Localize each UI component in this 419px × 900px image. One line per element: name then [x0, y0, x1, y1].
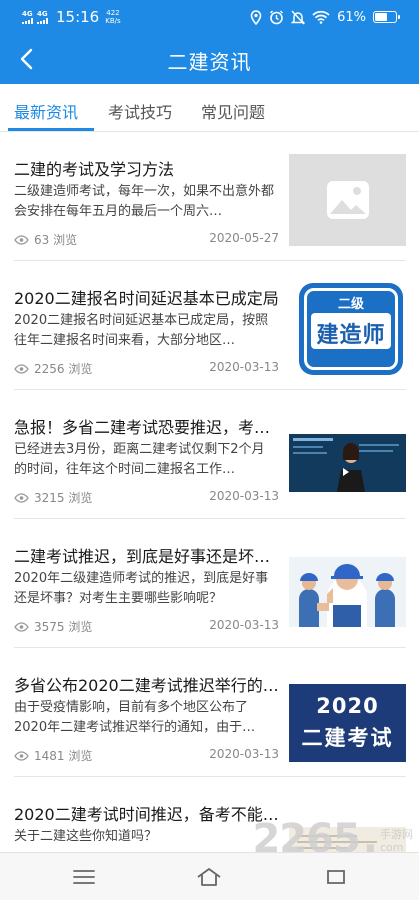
status-left: 4G 4G 15:16 422 KB/s: [22, 7, 121, 27]
article-item[interactable]: 多省公布2020二建考试推迟举行的通知 由于受疫情影响，目前有多个地区公布了20…: [14, 648, 406, 777]
signal-2-label: 4G: [37, 10, 48, 18]
nav-bar: 二建资讯: [0, 34, 419, 84]
view-count-text: 2256 浏览: [34, 362, 93, 376]
signal-bars-icon: [37, 18, 48, 24]
battery-fill: [375, 13, 388, 21]
article-summary: 由于受疫情影响，目前有多个地区公布了2020年二建考试推迟举行的通知，由于…: [14, 700, 256, 735]
article-date: 2020-03-13: [209, 747, 279, 761]
article-summary: 二级建造师考试，每年一次，如果不出意外都会安排在每年五月的最后一个周六…: [14, 184, 275, 219]
article-title: 2020二建报名时间延迟基本已成定局: [14, 289, 279, 308]
badge-top-text: 二级: [337, 297, 364, 312]
view-count-text: 3575 浏览: [34, 620, 93, 634]
article-meta: 3575 浏览 2020-03-13: [14, 618, 279, 636]
article-date: 2020-05-27: [209, 231, 279, 245]
mute-icon: [291, 9, 306, 25]
exam-banner-year: 2020: [316, 694, 379, 718]
article-date: 2020-03-13: [209, 618, 279, 632]
tab-exam-tips[interactable]: 考试技巧: [108, 99, 172, 123]
image-placeholder-icon: [326, 181, 369, 219]
signal-1: 4G: [22, 10, 33, 24]
net-speed-unit: KB/s: [105, 17, 121, 25]
view-count-text: 63 浏览: [34, 233, 78, 247]
article-item[interactable]: 急报！多省二建考试恐要推迟，考生注意 已经进去3月份，距离二建考试仅剩下2个月的…: [14, 390, 406, 519]
article-thumbnail: 二级 建造师: [299, 283, 403, 375]
menu-icon[interactable]: [70, 865, 98, 889]
eye-icon: [14, 750, 29, 761]
wifi-icon: [312, 10, 330, 24]
net-speed-value: 422: [106, 9, 120, 17]
system-nav-bar: [0, 852, 419, 900]
battery-percent: 61%: [337, 9, 366, 25]
signal-bars-icon: [22, 18, 33, 24]
status-bar: 4G 4G 15:16 422 KB/s 61%: [0, 0, 419, 34]
article-meta: 2256 浏览 2020-03-13: [14, 360, 279, 378]
alarm-icon: [270, 10, 284, 24]
article-thumbnail: [289, 557, 406, 627]
eye-icon: [14, 363, 29, 374]
article-date: 2020-03-13: [209, 360, 279, 374]
exam-banner: 2020 二建考试: [289, 684, 406, 762]
home-icon[interactable]: [195, 865, 223, 889]
view-count: 63 浏览: [14, 231, 77, 248]
view-count: 2256 浏览: [14, 360, 92, 377]
article-item[interactable]: 2020二建报名时间延迟基本已成定局 2020二建报名时间延迟基本已成定局，按照…: [14, 261, 406, 390]
article-thumbnail: [289, 154, 406, 246]
article-thumbnail: 2020 二建考试: [289, 684, 406, 762]
battery-icon: [373, 11, 400, 23]
watermark-label: 手游网: [380, 828, 413, 841]
article-thumbnail: [289, 434, 406, 492]
tab-bar: 最新资讯 考试技巧 常见问题: [0, 84, 419, 132]
video-lecture-image: [289, 434, 406, 492]
article-meta: 63 浏览 2020-05-27: [14, 231, 279, 249]
article-title: 二建考试推迟，到底是好事还是坏事？: [14, 547, 279, 566]
view-count-text: 3215 浏览: [34, 491, 93, 505]
article-summary: 已经进去3月份，距离二建考试仅剩下2个月的时间，往年这个时间二建报名工作…: [14, 442, 265, 477]
tab-latest-news[interactable]: 最新资讯: [14, 99, 78, 123]
exam-banner-title: 二建考试: [301, 726, 394, 750]
article-meta: 1481 浏览 2020-03-13: [14, 747, 279, 765]
active-tab-indicator: [8, 128, 94, 131]
status-right: 61%: [250, 7, 400, 27]
workers-thumbs-up-image: [289, 557, 406, 627]
tab-faq[interactable]: 常见问题: [201, 99, 265, 123]
article-title: 急报！多省二建考试恐要推迟，考生注意: [14, 418, 279, 437]
article-title: 二建的考试及学习方法: [14, 160, 175, 179]
eye-icon: [14, 621, 29, 632]
eye-icon: [14, 492, 29, 503]
article-item[interactable]: 二建考试推迟，到底是好事还是坏事？ 2020年二级建造师考试的推迟，到底是好事还…: [14, 519, 406, 648]
signal-2: 4G: [37, 10, 48, 24]
clock: 15:16: [56, 8, 100, 26]
page-title: 二建资讯: [167, 50, 252, 74]
view-count: 1481 浏览: [14, 747, 92, 764]
signal-1-label: 4G: [22, 10, 33, 18]
view-count-text: 1481 浏览: [34, 749, 93, 763]
back-icon[interactable]: [322, 865, 350, 889]
net-speed: 422 KB/s: [105, 9, 120, 25]
view-count: 3215 浏览: [14, 489, 92, 506]
builder-badge: 二级 建造师: [299, 283, 403, 375]
eye-icon: [14, 234, 29, 245]
article-item[interactable]: 二建的考试及学习方法 二级建造师考试，每年一次，如果不出意外都会安排在每年五月的…: [14, 132, 406, 261]
article-summary: 2020二建报名时间延迟基本已成定局，按照往年二建报名时间来看，大部分地区…: [14, 313, 269, 348]
article-meta: 3215 浏览 2020-03-13: [14, 489, 279, 507]
article-title: 2020二建考试时间推迟，备考不能松懈: [14, 805, 279, 824]
badge-main-text: 建造师: [316, 323, 386, 348]
view-count: 3575 浏览: [14, 618, 92, 635]
location-icon: [250, 9, 262, 25]
article-date: 2020-03-13: [209, 489, 279, 503]
article-summary: 2020年二级建造师考试的推迟，到底是好事还是坏事？对考生主要哪些影响呢？: [14, 571, 269, 606]
article-title: 多省公布2020二建考试推迟举行的通知: [14, 676, 279, 695]
